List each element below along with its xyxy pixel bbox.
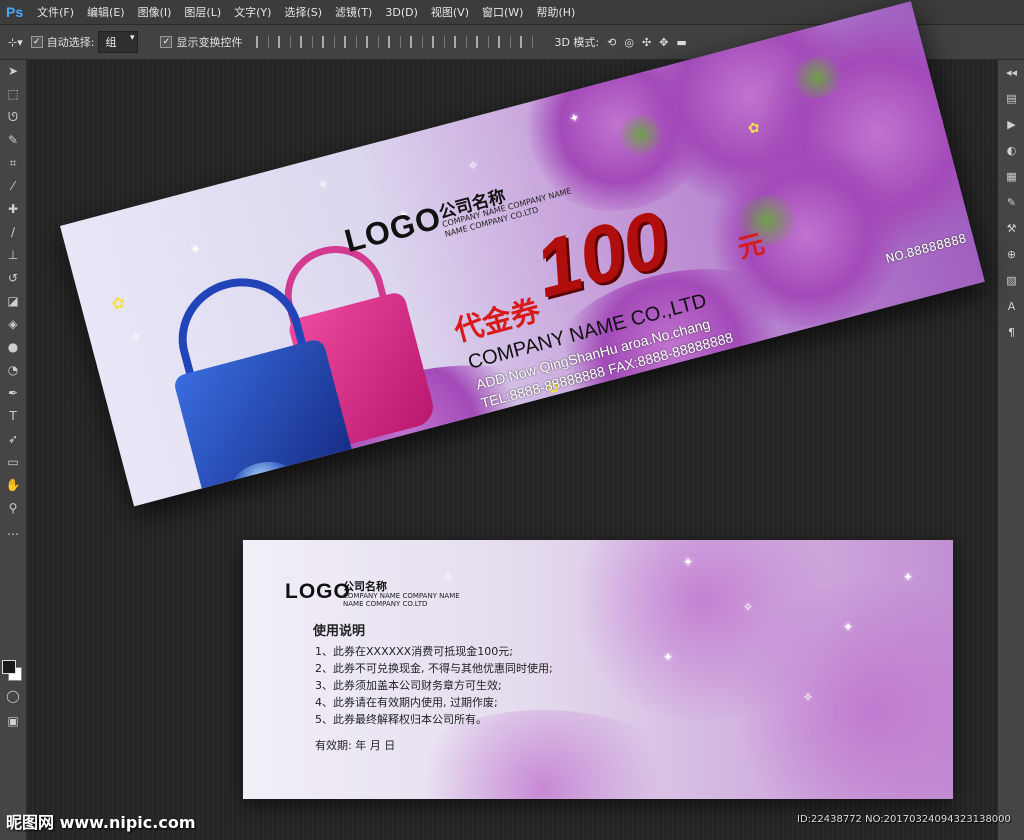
back-logo: LOGO <box>285 580 351 603</box>
blur-tool-icon[interactable]: ● <box>0 336 26 359</box>
auto-select-option[interactable]: ✓ 自动选择: 组 <box>30 31 139 53</box>
menu-filter[interactable]: 滤镜(T) <box>335 4 372 20</box>
rule-item: 4、此券请在有效期内使用, 过期作废; <box>315 696 498 709</box>
show-transform-label: 显示变换控件 <box>176 36 243 49</box>
align-bottom-icon[interactable] <box>300 36 314 48</box>
back-company-line2: NAME COMPANY CO.LTD <box>343 600 428 608</box>
history-panel-icon[interactable]: ▤ <box>998 86 1024 112</box>
mode-3d-label: 3D 模式: <box>554 36 600 49</box>
align-buttons <box>256 36 542 48</box>
brush-tool-icon[interactable]: ∕ <box>0 221 26 244</box>
show-transform-checkbox[interactable]: ✓ <box>160 36 173 48</box>
distribute-bottom-icon[interactable] <box>432 36 446 48</box>
3d-rotate-icon[interactable]: ⟲ <box>607 36 616 49</box>
pen-tool-icon[interactable]: ✒ <box>0 382 26 405</box>
photoshop-logo[interactable]: Ps <box>6 4 23 20</box>
history-brush-tool-icon[interactable]: ↺ <box>0 267 26 290</box>
menu-layer[interactable]: 图层(L) <box>184 4 221 20</box>
lasso-tool-icon[interactable]: ᘎ <box>0 106 26 129</box>
paint-bucket-tool-icon[interactable]: ◈ <box>0 313 26 336</box>
quick-mask-icon[interactable]: ◯ <box>0 685 26 708</box>
validity-date: 有效期: 年 月 日 <box>315 739 396 752</box>
character-icon[interactable]: A <box>998 294 1024 320</box>
distribute-vcenter-icon[interactable] <box>410 36 424 48</box>
swatch-panel-icon[interactable]: ▨ <box>998 268 1024 294</box>
menu-select[interactable]: 选择(S) <box>284 4 322 20</box>
quick-select-tool-icon[interactable]: ✎ <box>0 129 26 152</box>
menu-3d[interactable]: 3D(D) <box>385 6 418 19</box>
align-hcenter-icon[interactable] <box>344 36 358 48</box>
distribute-top-icon[interactable] <box>388 36 402 48</box>
show-transform-option[interactable]: ✓ 显示变换控件 <box>160 34 242 50</box>
distribute-left-icon[interactable] <box>454 36 468 48</box>
align-vcenter-icon[interactable] <box>278 36 292 48</box>
back-company-line1: COMPANY NAME COMPANY NAME <box>343 592 460 600</box>
menu-edit[interactable]: 编辑(E) <box>87 4 125 20</box>
tools-panel: ➤ ⬚ ᘎ ✎ ⌗ ⁄ ✚ ∕ ⊥ ↺ ◪ ◈ ● ◔ ✒ T ➶ ▭ ✋ ⚲ … <box>0 60 27 840</box>
paragraph-icon[interactable]: ¶ <box>998 320 1024 346</box>
3d-slide-icon[interactable]: ✥ <box>659 36 668 49</box>
3d-pan-icon[interactable]: ✣ <box>642 36 651 49</box>
site-watermark: 昵图网 www.nipic.com <box>6 813 196 832</box>
panel-collapse-icon[interactable]: ◂◂ <box>998 60 1024 86</box>
zoom-tool-icon[interactable]: ⚲ <box>0 497 26 520</box>
brush-panel-icon[interactable]: ✎ <box>998 190 1024 216</box>
eyedropper-tool-icon[interactable]: ⁄ <box>0 175 26 198</box>
eraser-tool-icon[interactable]: ◪ <box>0 290 26 313</box>
rule-item: 5、此券最终解释权归本公司所有。 <box>315 713 487 726</box>
menu-view[interactable]: 视图(V) <box>431 4 469 20</box>
rule-item: 3、此券须加盖本公司财务章方可生效; <box>315 679 502 692</box>
align-left-icon[interactable] <box>322 36 336 48</box>
image-id-text: ID:22438772 NO:20170324094323138000 <box>797 814 1011 825</box>
voucher-back: ✦ ✧ ✦ ✦ ✧ ✦ ✧ LOGO 公司名称 COMPANY NAME COM… <box>243 540 953 799</box>
menu-type[interactable]: 文字(Y) <box>234 4 271 20</box>
3d-scale-icon[interactable]: ▬ <box>676 36 686 49</box>
panel-dock: ◂◂ ▤ ▶ ◐ ▦ ✎ ⚒ ⊕ ▨ A ¶ <box>997 60 1024 840</box>
move-tool-icon[interactable]: ➤ <box>0 60 26 83</box>
instructions-title: 使用说明 <box>313 624 366 639</box>
auto-align-icon[interactable] <box>520 36 534 48</box>
crop-tool-icon[interactable]: ⌗ <box>0 152 26 175</box>
foreground-color-swatch[interactable] <box>2 660 16 674</box>
rectangle-tool-icon[interactable]: ▭ <box>0 451 26 474</box>
butterfly-icon: ✿ <box>109 292 128 315</box>
hand-tool-icon[interactable]: ✋ <box>0 474 26 497</box>
dodge-tool-icon[interactable]: ◔ <box>0 359 26 382</box>
distribute-right-icon[interactable] <box>498 36 512 48</box>
play-icon[interactable]: ▶ <box>998 112 1024 138</box>
adjust-icon[interactable]: ◐ <box>998 138 1024 164</box>
menu-window[interactable]: 窗口(W) <box>482 4 523 20</box>
screen-mode-icon[interactable]: ▣ <box>0 710 26 733</box>
layers-panel-icon[interactable]: ▦ <box>998 164 1024 190</box>
menu-file[interactable]: 文件(F) <box>37 4 74 20</box>
auto-select-dropdown[interactable]: 组 <box>98 31 139 53</box>
clone-stamp-tool-icon[interactable]: ⊥ <box>0 244 26 267</box>
3d-roll-icon[interactable]: ◎ <box>624 36 634 49</box>
more-tools-icon[interactable]: … <box>0 520 26 543</box>
align-top-icon[interactable] <box>256 36 270 48</box>
distribute-hcenter-icon[interactable] <box>476 36 490 48</box>
align-right-icon[interactable] <box>366 36 380 48</box>
clone-source-icon[interactable]: ⊕ <box>998 242 1024 268</box>
path-select-tool-icon[interactable]: ➶ <box>0 428 26 451</box>
rule-item: 1、此券在XXXXXX消费可抵现金100元; <box>315 645 513 658</box>
auto-select-checkbox[interactable]: ✓ <box>30 36 43 48</box>
healing-tool-icon[interactable]: ✚ <box>0 198 26 221</box>
type-tool-icon[interactable]: T <box>0 405 26 428</box>
move-tool-preset-icon[interactable]: ⊹▾ <box>8 36 23 49</box>
marquee-tool-icon[interactable]: ⬚ <box>0 83 26 106</box>
menu-help[interactable]: 帮助(H) <box>536 4 575 20</box>
auto-select-label: 自动选择: <box>46 36 95 49</box>
front-logo: LOGO <box>340 199 446 260</box>
rule-item: 2、此券不可兑换现金, 不得与其他优惠同时使用; <box>315 662 553 675</box>
tool-preset-icon[interactable]: ⚒ <box>998 216 1024 242</box>
menu-image[interactable]: 图像(I) <box>138 4 172 20</box>
